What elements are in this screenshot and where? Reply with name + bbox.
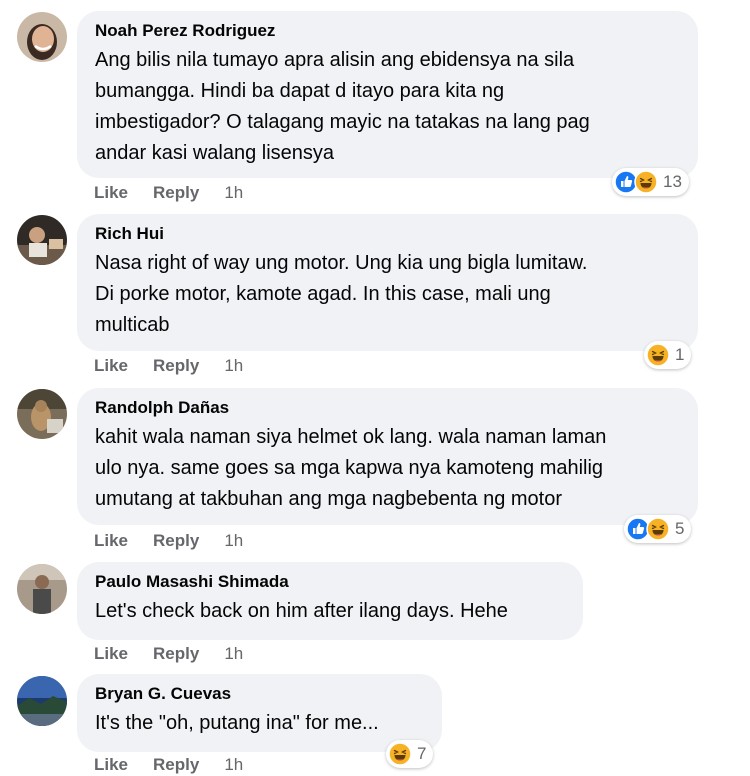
comment-text: Nasa right of way ung motor. Ung kia ung… <box>95 252 588 336</box>
reaction-count: 13 <box>663 172 682 191</box>
avatar-icon <box>17 389 67 439</box>
comment-author[interactable]: Bryan G. Cuevas <box>95 683 424 705</box>
haha-icon <box>646 517 670 541</box>
like-button[interactable]: Like <box>94 356 128 376</box>
comment-timestamp[interactable]: 1h <box>224 644 243 664</box>
reaction-summary[interactable]: 7 <box>386 740 434 768</box>
avatar-icon <box>17 564 67 614</box>
comment-bubble: Bryan G. Cuevas It's the "oh, putang ina… <box>77 674 442 752</box>
comment-timestamp[interactable]: 1h <box>224 531 243 551</box>
reply-button[interactable]: Reply <box>153 183 199 203</box>
reply-button[interactable]: Reply <box>153 755 199 775</box>
comment-actions: Like Reply 1h <box>94 183 268 203</box>
reaction-summary[interactable]: 5 <box>624 515 692 543</box>
reaction-count: 7 <box>417 744 427 763</box>
avatar[interactable] <box>17 676 67 726</box>
reaction-count: 1 <box>675 345 685 364</box>
reply-button[interactable]: Reply <box>153 356 199 376</box>
avatar-icon <box>17 12 67 62</box>
avatar[interactable] <box>17 215 67 265</box>
comment-author[interactable]: Randolph Dañas <box>95 397 680 419</box>
comment-text: Let's check back on him after ilang days… <box>95 600 508 622</box>
like-button[interactable]: Like <box>94 644 128 664</box>
comment-timestamp[interactable]: 1h <box>224 356 243 376</box>
avatar-icon <box>17 215 67 265</box>
avatar-icon <box>17 676 67 726</box>
comment-author[interactable]: Rich Hui <box>95 223 680 245</box>
comment-text: kahit wala naman siya helmet ok lang. wa… <box>95 426 607 510</box>
comment-actions: Like Reply 1h <box>94 356 268 376</box>
comment-bubble: Paulo Masashi Shimada Let's check back o… <box>77 562 583 640</box>
comment-text: Ang bilis nila tumayo apra alisin ang eb… <box>95 49 590 164</box>
reaction-summary[interactable]: 13 <box>612 168 689 196</box>
comment-author[interactable]: Paulo Masashi Shimada <box>95 571 565 593</box>
reply-button[interactable]: Reply <box>153 531 199 551</box>
haha-icon <box>634 170 658 194</box>
avatar[interactable] <box>17 12 67 62</box>
avatar[interactable] <box>17 564 67 614</box>
comment-bubble: Randolph Dañas kahit wala naman siya hel… <box>77 388 698 525</box>
like-button[interactable]: Like <box>94 183 128 203</box>
avatar[interactable] <box>17 389 67 439</box>
haha-icon <box>388 742 412 766</box>
reaction-summary[interactable]: 1 <box>644 341 692 369</box>
comment-bubble: Noah Perez Rodriguez Ang bilis nila tuma… <box>77 11 698 178</box>
reaction-count: 5 <box>675 519 685 538</box>
haha-icon <box>646 343 670 367</box>
comment-bubble: Rich Hui Nasa right of way ung motor. Un… <box>77 214 698 351</box>
like-button[interactable]: Like <box>94 531 128 551</box>
comment-actions: Like Reply 1h <box>94 755 268 775</box>
comment-actions: Like Reply 1h <box>94 531 268 551</box>
like-button[interactable]: Like <box>94 755 128 775</box>
comment-author[interactable]: Noah Perez Rodriguez <box>95 20 680 42</box>
reply-button[interactable]: Reply <box>153 644 199 664</box>
comment-timestamp[interactable]: 1h <box>224 755 243 775</box>
comment-timestamp[interactable]: 1h <box>224 183 243 203</box>
comment-text: It's the "oh, putang ina" for me... <box>95 712 379 734</box>
comment-actions: Like Reply 1h <box>94 644 268 664</box>
